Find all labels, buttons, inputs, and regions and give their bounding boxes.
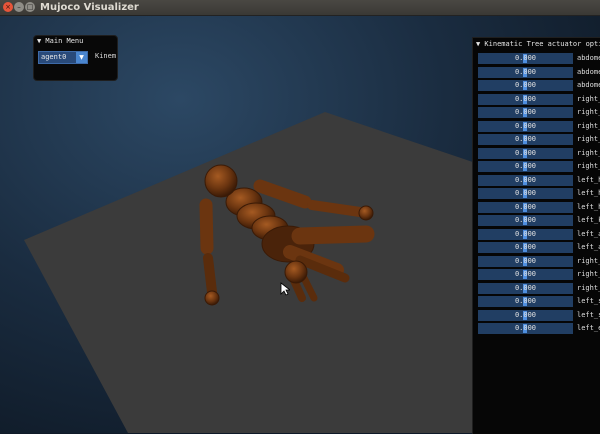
actuator-row: 0.000 left_a [473,242,600,253]
main-menu-header[interactable]: ▼ Main Menu [34,36,117,47]
actuator-slider[interactable]: 0.000 [478,323,573,334]
actuator-label: abdome [577,67,600,76]
actuator-label: right_ [577,256,600,265]
actuator-slider[interactable]: 0.000 [478,120,573,132]
actuator-row: 0.000 right_ [473,120,600,132]
actuator-value: 0.000 [514,216,537,224]
actuator-slider[interactable]: 0.000 [478,161,573,172]
actuator-value: 0.000 [514,81,537,89]
actuator-row: 0.000 left_a [473,228,600,240]
agent-dropdown-value: agent0 [41,53,67,61]
actuator-row: 0.000 right_ [473,255,600,267]
actuator-label: left_s [577,297,600,305]
actuator-slider[interactable]: 0.000 [478,296,573,307]
agent-dropdown[interactable]: agent0 ▼ [38,51,88,64]
actuator-row: 0.000 abdome [473,80,600,91]
actuator-value: 0.000 [514,121,537,130]
actuator-slider[interactable]: 0.000 [478,107,573,118]
actuator-label: right_ [577,148,600,157]
actuator-slider[interactable]: 0.000 [478,255,573,267]
close-icon[interactable]: × [3,2,13,12]
actuator-label: right_ [577,162,600,170]
mouse-cursor-icon [280,282,290,296]
actuator-value: 0.000 [514,256,537,265]
actuator-label: right_ [577,283,600,292]
actuator-slider[interactable]: 0.000 [478,282,573,294]
title-bar: × – □ Mujoco Visualizer [0,0,600,16]
actuator-row: 0.000 left_h [473,174,600,186]
actuator-label: right_ [577,94,600,103]
actuator-value: 0.000 [514,270,537,278]
actuator-row: 0.000 right_ [473,107,600,118]
actuator-label: left_s [577,310,600,319]
minimize-icon[interactable]: – [14,2,24,12]
actuator-value: 0.000 [514,283,537,292]
actuator-panel-header[interactable]: ▼ Kinematic Tree actuator opti [473,38,600,50]
actuator-label: abdome [577,54,600,62]
actuator-slider[interactable]: 0.000 [478,228,573,240]
actuator-slider[interactable]: 0.000 [478,174,573,186]
actuator-value: 0.000 [514,108,537,116]
actuator-value: 0.000 [514,310,537,319]
actuator-row: 0.000 left_s [473,309,600,321]
actuator-value: 0.000 [514,67,537,76]
actuator-slider[interactable]: 0.000 [478,134,573,145]
actuator-row: 0.000 left_e [473,323,600,334]
actuator-row: 0.000 right_ [473,134,600,145]
actuator-label: right_ [577,270,600,278]
main-menu-side-label: Kinem [95,52,117,60]
actuator-label: left_h [577,175,600,184]
actuator-slider[interactable]: 0.000 [478,147,573,159]
window-title: Mujoco Visualizer [40,2,139,13]
maximize-icon[interactable]: □ [25,2,35,12]
actuator-slider[interactable]: 0.000 [478,80,573,91]
actuator-row: 0.000 right_ [473,269,600,280]
actuator-label: left_a [577,243,600,251]
actuator-value: 0.000 [514,162,537,170]
actuator-slider[interactable]: 0.000 [478,269,573,280]
actuator-slider[interactable]: 0.000 [478,201,573,213]
actuator-slider[interactable]: 0.000 [478,188,573,199]
actuator-value: 0.000 [514,202,537,211]
actuator-row: 0.000 left_s [473,296,600,307]
actuator-value: 0.000 [514,148,537,157]
actuator-label: left_a [577,229,600,238]
actuator-value: 0.000 [514,175,537,184]
actuator-label: right_ [577,135,600,143]
actuator-value: 0.000 [514,135,537,143]
actuator-slider[interactable]: 0.000 [478,93,573,105]
actuator-row: 0.000 abdome [473,53,600,64]
actuator-value: 0.000 [514,229,537,238]
actuator-label: right_ [577,108,600,116]
actuator-value: 0.000 [514,243,537,251]
actuator-slider[interactable]: 0.000 [478,53,573,64]
actuator-value: 0.000 [514,94,537,103]
actuator-slider[interactable]: 0.000 [478,242,573,253]
actuator-label: right_ [577,121,600,130]
actuator-row: 0.000 left_h [473,188,600,199]
actuator-label: left_k [577,216,600,224]
actuator-slider[interactable]: 0.000 [478,66,573,78]
actuator-label: left_h [577,202,600,211]
chevron-down-icon[interactable]: ▼ [76,52,87,63]
actuator-row: 0.000 abdome [473,66,600,78]
actuator-label: abdome [577,81,600,89]
actuator-value: 0.000 [514,324,537,332]
actuator-row: 0.000 left_h [473,201,600,213]
actuator-value: 0.000 [514,189,537,197]
actuator-row: 0.000 right_ [473,147,600,159]
actuator-slider[interactable]: 0.000 [478,309,573,321]
actuator-panel: ▼ Kinematic Tree actuator opti 0.000 abdo… [472,37,600,434]
main-menu-panel: ▼ Main Menu agent0 ▼ Kinem [33,35,118,81]
actuator-slider[interactable]: 0.000 [478,215,573,226]
actuator-label: left_e [577,324,600,332]
actuator-row: 0.000 right_ [473,282,600,294]
actuator-row: 0.000 left_k [473,215,600,226]
actuator-row: 0.000 right_ [473,93,600,105]
actuator-value: 0.000 [514,54,537,62]
actuator-value: 0.000 [514,297,537,305]
actuator-row: 0.000 right_ [473,161,600,172]
actuator-label: left_h [577,189,600,197]
